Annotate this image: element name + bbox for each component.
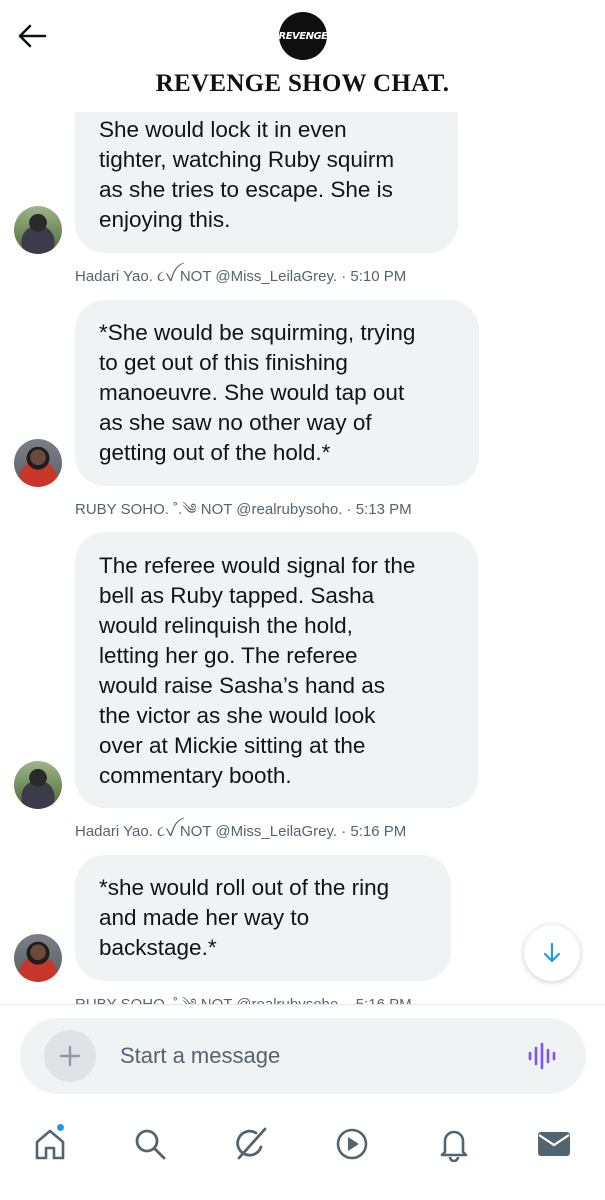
message-bubble[interactable]: The referee would signal for the bell as… [75,532,478,808]
nav-grok[interactable] [229,1122,273,1166]
mail-icon [538,1132,570,1156]
message-meta: RUBY SOHO. ˚.༄ NOT @realrubysoho. · 5:16… [75,996,412,1005]
chat-header: REVENGE REVENGE SHOW CHAT. [0,0,605,112]
divider [0,1004,605,1005]
add-media-button[interactable] [44,1030,96,1082]
message-line: would relinquish the hold, [99,613,353,638]
bottom-nav [0,1112,605,1200]
message-line: to get out of this finishing [99,350,348,375]
message-line: She would lock it in even [99,117,347,142]
grok-icon [236,1127,267,1160]
message-line: bell as Ruby tapped. Sasha [99,583,375,608]
message-bubble[interactable]: *She would be squirming, trying to get o… [75,300,479,486]
message-line: manoeuvre. She would tap out [99,380,405,405]
message-list[interactable]: She would lock it in even tighter, watch… [0,0,605,1005]
message-input[interactable]: Start a message [120,1040,500,1072]
message-meta: Hadari Yao. ૮ꪜ NOT @Miss_LeilaGrey. · 5:… [75,823,407,840]
arrow-left-icon [18,24,47,48]
message-meta: RUBY SOHO. ˚.༄ NOT @realrubysoho. · 5:13… [75,501,412,518]
notification-dot [56,1123,65,1132]
message-line: *She would be squirming, trying [99,320,416,345]
nav-search[interactable] [128,1122,172,1166]
back-button[interactable] [14,18,50,54]
message-bubble[interactable]: *she would roll out of the ring and made… [75,855,451,981]
nav-messages[interactable] [532,1122,576,1166]
nav-video[interactable] [330,1122,374,1166]
group-avatar[interactable]: REVENGE [278,12,329,60]
revenge-logo: REVENGE [278,30,329,42]
bell-icon [440,1130,468,1162]
chat-title[interactable]: REVENGE SHOW CHAT. [0,70,605,98]
scroll-down-button[interactable] [524,925,580,981]
message-line: *she would roll out of the ring [99,875,390,900]
message-line: would raise Sasha’s hand as [99,673,386,698]
message-line: the victor as she would look [99,703,376,728]
arrow-down-icon [543,942,561,963]
message-line: and made her way to [99,905,310,930]
message-composer: Start a message [20,1018,586,1094]
message-line: getting out of the hold.* [99,440,331,465]
message-line: letting her go. The referee [99,643,358,668]
voice-message-button[interactable] [526,1040,558,1072]
plus-icon [59,1045,81,1067]
message-line: backstage.* [99,935,217,960]
message-line: as she saw no other way of [99,410,372,435]
search-icon [135,1129,166,1160]
message-line: as she tries to escape. She is [99,177,393,202]
message-line: commentary booth. [99,763,292,788]
avatar[interactable] [14,761,62,809]
nav-home[interactable] [28,1122,72,1166]
message-line: tighter, watching Ruby squirm [99,147,395,172]
avatar[interactable] [14,206,62,254]
avatar[interactable] [14,439,62,487]
message-line: enjoying this. [99,207,231,232]
message-line: over at Mickie sitting at the [99,733,366,758]
voice-waveform-icon [528,1042,556,1070]
nav-notifications[interactable] [432,1122,476,1166]
message-line: The referee would signal for the [99,553,416,578]
play-icon [336,1128,368,1160]
avatar[interactable] [14,934,62,982]
message-meta: Hadari Yao. ૮ꪜ NOT @Miss_LeilaGrey. · 5:… [75,268,407,285]
